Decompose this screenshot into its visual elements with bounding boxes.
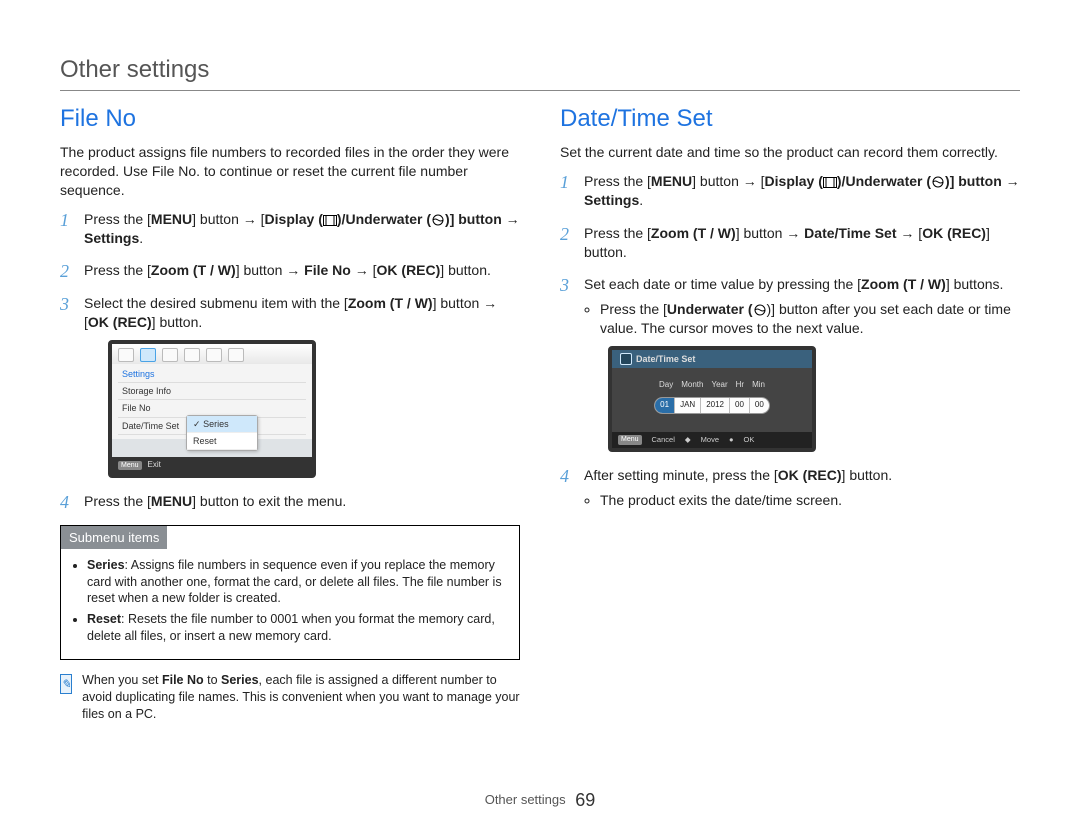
menu-tag: Menu	[618, 435, 642, 444]
screen-title: Date/Time Set	[636, 353, 695, 365]
left-column: File No The product assigns file numbers…	[60, 105, 520, 723]
footer-label: Other settings	[485, 792, 566, 807]
display-icon	[323, 215, 337, 226]
value-year: 2012	[701, 398, 730, 413]
arrow-icon: →	[243, 211, 257, 227]
manual-page: Other settings File No The product assig…	[0, 0, 1080, 825]
tab-icons-row	[112, 344, 312, 364]
date-time-intro: Set the current date and time so the pro…	[560, 143, 1020, 162]
arrow-icon: →	[1006, 173, 1020, 189]
page-title: Other settings	[60, 56, 1020, 91]
file-no-steps: Press the [MENU] button → [Display ()/Un…	[60, 210, 520, 511]
two-column-layout: File No The product assigns file numbers…	[60, 105, 1020, 723]
submenu-body: Series: Assigns file numbers in sequence…	[61, 549, 519, 659]
right-column: Date/Time Set Set the current date and t…	[560, 105, 1020, 723]
step-2: Press the [Zoom (T / W)] button → File N…	[60, 261, 520, 280]
screen-footer: Menu Cancel ◆ Move ● OK	[612, 432, 812, 448]
arrow-icon: →	[900, 225, 914, 241]
arrow-icon: →	[355, 262, 369, 278]
submenu-item-series: Series: Assigns file numbers in sequence…	[87, 557, 507, 608]
value-day-selected: 01	[655, 398, 675, 413]
step-2: Press the [Zoom (T / W)] button → Date/T…	[560, 224, 1020, 262]
date-time-labels: Day Month Year Hr Min	[620, 380, 804, 391]
date-time-screenshot: Date/Time Set Day Month Year Hr Min	[608, 346, 816, 452]
display-icon	[823, 177, 837, 188]
screen-footer: Menu Exit	[112, 457, 312, 474]
date-time-body: Day Month Year Hr Min 01 JAN 2012 00	[612, 368, 812, 432]
sub-bullet: The product exits the date/time screen.	[600, 491, 1020, 510]
value-month: JAN	[675, 398, 701, 413]
tab-icon	[206, 348, 222, 362]
file-no-intro: The product assigns file numbers to reco…	[60, 143, 520, 200]
check-icon: ✓	[193, 419, 201, 429]
menu-row: Storage Info	[118, 383, 306, 400]
value-min: 00	[750, 398, 769, 413]
note-icon: ✎	[60, 674, 72, 694]
submenu-item-reset: Reset: Resets the file number to 0001 wh…	[87, 611, 507, 645]
menu-heading: Settings	[118, 366, 306, 383]
page-number: 69	[575, 790, 595, 810]
step-1: Press the [MENU] button → [Display ()/Un…	[560, 172, 1020, 210]
step-3: Set each date or time value by pressing …	[560, 275, 1020, 452]
step-1: Press the [MENU] button → [Display ()/Un…	[60, 210, 520, 248]
section-title-file-no: File No	[60, 105, 520, 133]
date-time-values: 01 JAN 2012 00 00	[654, 397, 770, 414]
arrow-icon: →	[506, 211, 520, 227]
arrow-icon: →	[286, 262, 300, 278]
submenu-heading: Submenu items	[61, 526, 167, 549]
underwater-icon	[431, 214, 445, 226]
date-time-steps: Press the [MENU] button → [Display ()/Un…	[560, 172, 1020, 510]
move-icon: ◆	[685, 435, 691, 445]
ok-icon: ●	[729, 435, 734, 445]
section-title-date-time: Date/Time Set	[560, 105, 1020, 133]
page-footer: Other settings 69	[0, 790, 1080, 811]
cancel-label: Cancel	[652, 435, 675, 445]
note-text: When you set File No to Series, each fil…	[82, 672, 520, 723]
underwater-icon	[931, 176, 945, 188]
tab-icon-active	[140, 348, 156, 362]
submenu-items-box: Submenu items Series: Assigns file numbe…	[60, 525, 520, 660]
tab-icon	[118, 348, 134, 362]
note: ✎ When you set File No to Series, each f…	[60, 672, 520, 723]
popup-item-selected: ✓ Series	[187, 416, 257, 433]
value-hour: 00	[730, 398, 750, 413]
tab-icon	[184, 348, 200, 362]
arrow-icon: →	[483, 295, 497, 311]
ok-label: OK	[744, 435, 755, 445]
tab-icon	[228, 348, 244, 362]
menu-tag: Menu	[118, 461, 142, 470]
arrow-icon: →	[786, 225, 800, 241]
settings-menu-screenshot: Settings Storage Info File No Date/Time …	[108, 340, 316, 478]
step-4: After setting minute, press the [OK (REC…	[560, 466, 1020, 510]
exit-label: Exit	[148, 460, 161, 471]
popup-item: Reset	[187, 433, 257, 450]
submenu-popup: ✓ Series Reset	[186, 415, 258, 451]
tab-icon	[162, 348, 178, 362]
step-4: Press the [MENU] button to exit the menu…	[60, 492, 520, 511]
move-label: Move	[701, 435, 719, 445]
arrow-icon: →	[743, 173, 757, 189]
sub-bullet: Press the [Underwater ()] button after y…	[600, 300, 1020, 338]
underwater-icon	[753, 304, 767, 316]
screen-title-bar: Date/Time Set	[612, 350, 812, 368]
step-3: Select the desired submenu item with the…	[60, 294, 520, 477]
